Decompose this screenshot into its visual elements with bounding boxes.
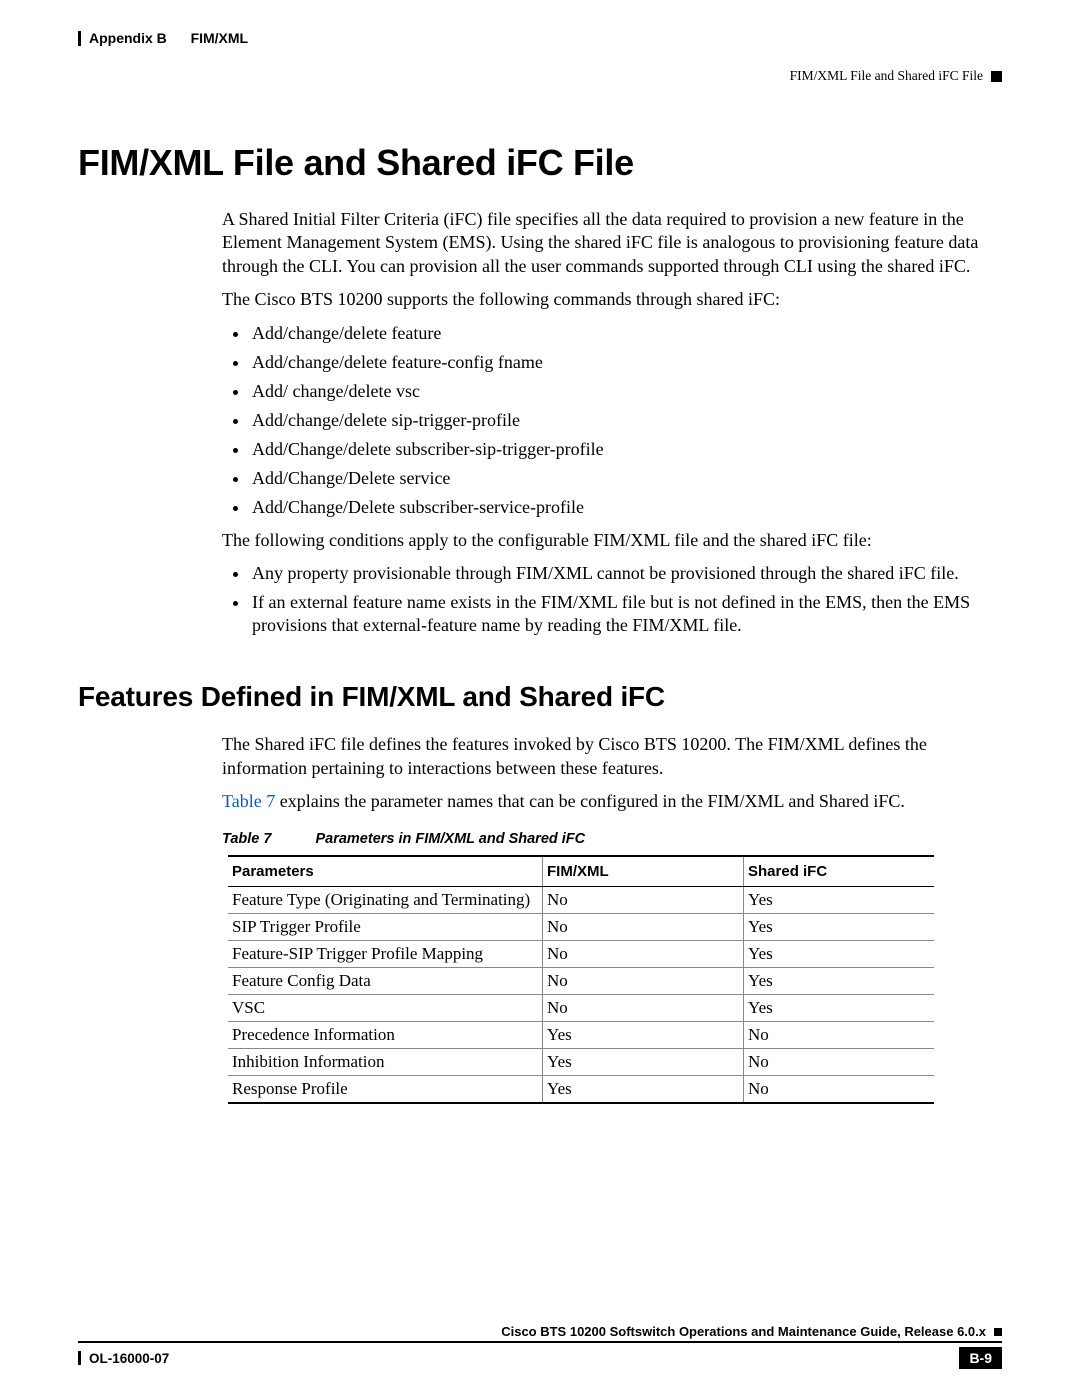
bullet-list: Add/change/delete feature Add/change/del… bbox=[222, 322, 1002, 519]
table-cell: Yes bbox=[543, 1076, 744, 1104]
footer-page-number: B-9 bbox=[959, 1347, 1002, 1369]
table-header: Parameters bbox=[228, 856, 543, 887]
table-cell: Yes bbox=[744, 968, 935, 995]
table-cell: No bbox=[744, 1076, 935, 1104]
footer-rule-icon bbox=[78, 1341, 1002, 1343]
list-item: If an external feature name exists in th… bbox=[250, 591, 1002, 637]
table-cell: Feature-SIP Trigger Profile Mapping bbox=[228, 941, 543, 968]
paragraph-text: explains the parameter names that can be… bbox=[275, 791, 905, 811]
header-rule-icon bbox=[78, 31, 81, 46]
table-cell: Inhibition Information bbox=[228, 1049, 543, 1076]
paragraph: The Shared iFC file defines the features… bbox=[222, 733, 1002, 780]
table-row: VSC No Yes bbox=[228, 995, 934, 1022]
table-cell: No bbox=[543, 887, 744, 914]
list-item: Add/Change/Delete service bbox=[250, 467, 1002, 490]
table-cell: Feature Config Data bbox=[228, 968, 543, 995]
table-cell: No bbox=[744, 1022, 935, 1049]
paragraph: A Shared Initial Filter Criteria (iFC) f… bbox=[222, 208, 1002, 278]
table-cell: Yes bbox=[744, 995, 935, 1022]
table-row: Feature Config Data No Yes bbox=[228, 968, 934, 995]
table-cell: No bbox=[744, 1049, 935, 1076]
table-row: Feature Type (Originating and Terminatin… bbox=[228, 887, 934, 914]
table-ref-link[interactable]: Table 7 bbox=[222, 791, 275, 811]
table-cell: Yes bbox=[744, 941, 935, 968]
table-row: Inhibition Information Yes No bbox=[228, 1049, 934, 1076]
table-cell: No bbox=[543, 914, 744, 941]
table-cell: No bbox=[543, 995, 744, 1022]
page-header: Appendix B FIM/XML bbox=[78, 30, 1002, 46]
heading-2: Features Defined in FIM/XML and Shared i… bbox=[78, 681, 1002, 713]
table-header: FIM/XML bbox=[543, 856, 744, 887]
table-row: Precedence Information Yes No bbox=[228, 1022, 934, 1049]
list-item: Add/Change/Delete subscriber-service-pro… bbox=[250, 496, 1002, 519]
table-row: Feature-SIP Trigger Profile Mapping No Y… bbox=[228, 941, 934, 968]
list-item: Add/ change/delete vsc bbox=[250, 380, 1002, 403]
table-cell: Yes bbox=[744, 914, 935, 941]
header-appendix-title: FIM/XML bbox=[191, 30, 249, 46]
header-section-title: FIM/XML File and Shared iFC File bbox=[790, 68, 983, 84]
table-cell: Yes bbox=[543, 1049, 744, 1076]
header-appendix: Appendix B bbox=[89, 30, 167, 46]
heading-1: FIM/XML File and Shared iFC File bbox=[78, 142, 1002, 184]
footer-guide-title: Cisco BTS 10200 Softswitch Operations an… bbox=[501, 1324, 986, 1339]
footer-square-icon bbox=[994, 1328, 1002, 1336]
table-cell: SIP Trigger Profile bbox=[228, 914, 543, 941]
page-footer: Cisco BTS 10200 Softswitch Operations an… bbox=[78, 1324, 1002, 1369]
table-cell: VSC bbox=[228, 995, 543, 1022]
header-square-icon bbox=[991, 71, 1002, 82]
paragraph: Table 7 explains the parameter names tha… bbox=[222, 790, 1002, 813]
table-cell: Precedence Information bbox=[228, 1022, 543, 1049]
parameters-table: Parameters FIM/XML Shared iFC Feature Ty… bbox=[228, 855, 934, 1104]
table-caption: Table 7 Parameters in FIM/XML and Shared… bbox=[222, 831, 1002, 847]
bullet-list: Any property provisionable through FIM/X… bbox=[222, 562, 1002, 637]
paragraph: The Cisco BTS 10200 supports the followi… bbox=[222, 288, 1002, 311]
footer-doc-number: OL-16000-07 bbox=[89, 1351, 169, 1366]
list-item: Add/change/delete sip-trigger-profile bbox=[250, 409, 1002, 432]
footer-rule-icon bbox=[78, 1351, 81, 1365]
table-header-row: Parameters FIM/XML Shared iFC bbox=[228, 856, 934, 887]
table-cell: No bbox=[543, 941, 744, 968]
list-item: Add/change/delete feature-config fname bbox=[250, 351, 1002, 374]
table-caption-number: Table 7 bbox=[222, 831, 271, 847]
table-cell: Response Profile bbox=[228, 1076, 543, 1104]
paragraph: The following conditions apply to the co… bbox=[222, 529, 1002, 552]
page-content: FIM/XML File and Shared iFC File A Share… bbox=[78, 142, 1002, 1104]
table-row: Response Profile Yes No bbox=[228, 1076, 934, 1104]
table-caption-text: Parameters in FIM/XML and Shared iFC bbox=[315, 831, 585, 847]
table-row: SIP Trigger Profile No Yes bbox=[228, 914, 934, 941]
list-item: Add/change/delete feature bbox=[250, 322, 1002, 345]
table-cell: No bbox=[543, 968, 744, 995]
list-item: Any property provisionable through FIM/X… bbox=[250, 562, 1002, 585]
table-header: Shared iFC bbox=[744, 856, 935, 887]
table-cell: Feature Type (Originating and Terminatin… bbox=[228, 887, 543, 914]
table-cell: Yes bbox=[543, 1022, 744, 1049]
list-item: Add/Change/delete subscriber-sip-trigger… bbox=[250, 438, 1002, 461]
table-cell: Yes bbox=[744, 887, 935, 914]
